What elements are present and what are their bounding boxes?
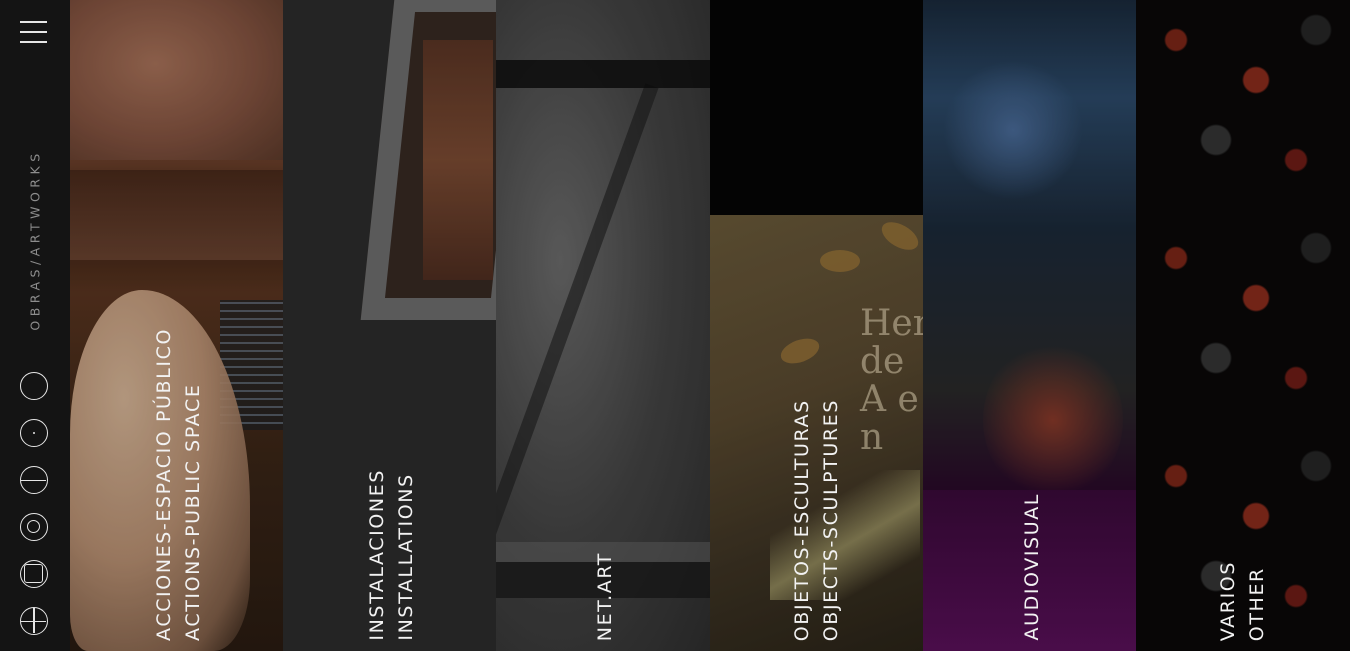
side-rail: OBRAS/ARTWORKS — [0, 0, 70, 651]
panel-title-es: OBJETOS-ESCULTURAS — [791, 398, 813, 641]
circle-horizontal-line-icon[interactable] — [20, 466, 48, 494]
category-panel-varios[interactable]: VARIOS OTHER — [1136, 0, 1350, 651]
circle-dot-icon[interactable] — [20, 419, 48, 447]
panel-title-es: VARIOS — [1217, 560, 1239, 641]
category-panel-audiovisual[interactable]: AUDIOVISUAL — [923, 0, 1136, 651]
hamburger-menu-icon[interactable] — [20, 20, 47, 44]
panel-title: VARIOS OTHER — [1214, 561, 1272, 641]
panel-title-en: INSTALLATIONS — [395, 473, 417, 641]
panel-title-es: NET.ART — [594, 551, 616, 641]
panel-title-en: OBJECTS-SCULPTURES — [820, 398, 842, 641]
circle-icon[interactable] — [20, 372, 48, 400]
panel-title: INSTALACIONES INSTALLATIONS — [363, 469, 421, 641]
circle-square-icon[interactable] — [20, 560, 48, 588]
category-panel-instalaciones[interactable]: INSTALACIONES INSTALLATIONS — [283, 0, 496, 651]
section-label: OBRAS/ARTWORKS — [27, 149, 43, 331]
circle-cross-icon[interactable] — [20, 607, 48, 635]
category-panel-acciones[interactable]: ACCIONES-ESPACIO PÚBLICO ACTIONS-PUBLIC … — [70, 0, 283, 651]
panel-title-en: ACTIONS-PUBLIC SPACE — [182, 383, 204, 641]
concentric-circles-icon[interactable] — [20, 513, 48, 541]
panel-title: OBJETOS-ESCULTURAS OBJECTS-SCULPTURES — [788, 399, 846, 641]
panel-title: AUDIOVISUAL — [1018, 493, 1047, 641]
panel-title-en: OTHER — [1246, 566, 1268, 641]
panel-title-es: ACCIONES-ESPACIO PÚBLICO — [153, 328, 175, 641]
category-panel-net-art[interactable]: NET.ART — [496, 0, 710, 651]
panel-title-es: AUDIOVISUAL — [1021, 493, 1043, 641]
panel-title: NET.ART — [591, 552, 620, 641]
panel-title-es: INSTALACIONES — [366, 469, 388, 641]
category-panel-objetos[interactable]: Her de A e n OBJETOS-ESCULTURAS OBJECTS-… — [710, 0, 923, 651]
panel-title: ACCIONES-ESPACIO PÚBLICO ACTIONS-PUBLIC … — [150, 328, 208, 641]
